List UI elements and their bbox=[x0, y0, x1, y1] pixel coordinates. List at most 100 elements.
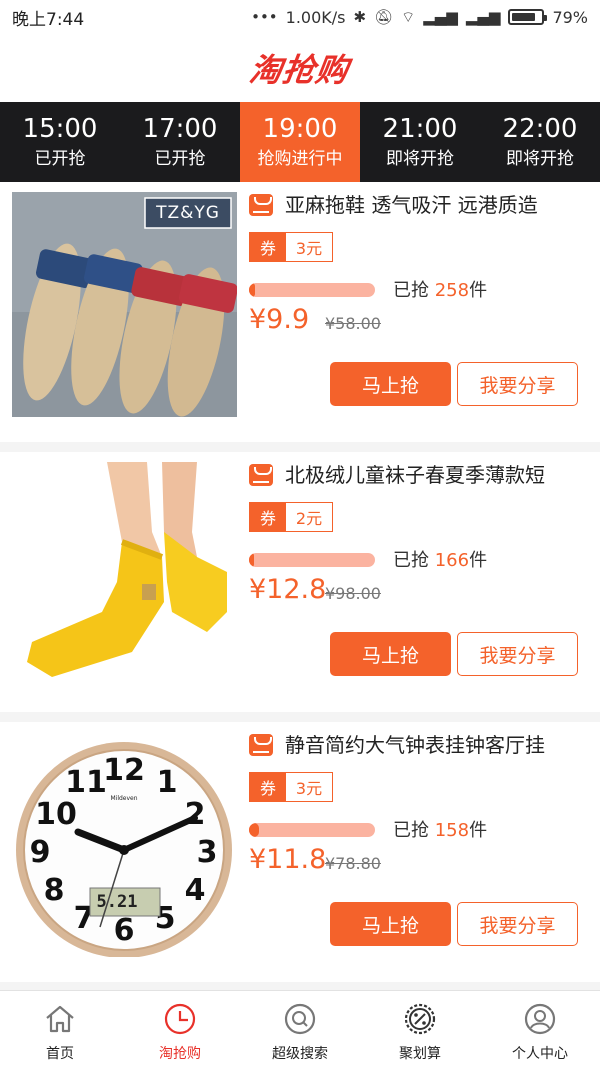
product-image-slippers[interactable]: TZ&YG bbox=[12, 192, 237, 417]
svg-text:10: 10 bbox=[35, 797, 77, 832]
svg-text:8: 8 bbox=[44, 873, 65, 908]
coupon-badge: 券 2元 bbox=[249, 502, 333, 532]
clock-lcd: 5.21 bbox=[96, 892, 138, 912]
sold-unit: 件 bbox=[469, 820, 488, 841]
coupon-badge: 券 3元 bbox=[249, 772, 333, 802]
original-price: ¥98.00 bbox=[325, 584, 381, 603]
share-button[interactable]: 我要分享 bbox=[457, 632, 578, 676]
nav-juhuasuan-label: 聚划算 bbox=[399, 1046, 441, 1062]
svg-text:3: 3 bbox=[197, 835, 218, 870]
more-dots-icon: ••• bbox=[251, 8, 278, 26]
app-logo: 淘抢购 bbox=[247, 51, 352, 89]
sold-count: 166 bbox=[434, 550, 470, 571]
coupon-label: 券 bbox=[250, 773, 286, 801]
sold-text: 已抢 258件 bbox=[393, 276, 487, 302]
sold-count: 158 bbox=[434, 820, 470, 841]
clock-brand: Mildeven bbox=[110, 795, 138, 802]
coupon-value: 2元 bbox=[295, 509, 323, 528]
time-tabs: 15:00 已开抢 17:00 已开抢 19:00 抢购进行中 21:00 即将开抢 22:00… bbox=[0, 102, 600, 182]
time-tab-status: 即将开抢 bbox=[506, 149, 574, 169]
svg-text:1: 1 bbox=[157, 765, 178, 800]
svg-text:11: 11 bbox=[65, 765, 107, 800]
buy-now-button[interactable]: 马上抢 bbox=[330, 632, 451, 676]
discount-icon bbox=[404, 1003, 436, 1035]
svg-text:9: 9 bbox=[30, 835, 51, 870]
battery-icon bbox=[508, 9, 548, 25]
sold-unit: 件 bbox=[469, 550, 488, 571]
mute-icon: 🔕︎ bbox=[374, 8, 394, 26]
nav-profile[interactable]: 个人中心 bbox=[480, 991, 600, 1067]
product-card[interactable]: 北极绒儿童袜子春夏季薄款短 券 2元 已抢 166件 ¥12.8 ¥98.00 … bbox=[0, 452, 600, 712]
time-tab-time: 15:00 bbox=[22, 114, 98, 144]
nav-taoqianggou-label: 淘抢购 bbox=[159, 1046, 201, 1062]
bluetooth-icon: ✱ bbox=[353, 8, 367, 26]
sold-unit: 件 bbox=[469, 280, 488, 301]
sold-prefix: 已抢 bbox=[393, 550, 429, 571]
product-title[interactable]: 北极绒儿童袜子春夏季薄款短 bbox=[285, 460, 590, 490]
nav-super-search-label: 超级搜索 bbox=[272, 1046, 328, 1062]
battery-percent: 79% bbox=[552, 7, 588, 27]
progress-fill bbox=[249, 553, 255, 567]
sold-prefix: 已抢 bbox=[393, 820, 429, 841]
share-button[interactable]: 我要分享 bbox=[457, 902, 578, 946]
product-image-socks[interactable] bbox=[12, 462, 237, 687]
bottom-nav: 首页 淘抢购 超级搜索 聚划算 个人中心 bbox=[0, 990, 600, 1067]
search-icon bbox=[284, 1003, 316, 1035]
product-card[interactable]: 12 1 2 3 4 5 6 7 8 9 10 11 Mildeven 5.21… bbox=[0, 722, 600, 982]
nav-home-label: 首页 bbox=[46, 1046, 74, 1062]
nav-juhuasuan[interactable]: 聚划算 bbox=[360, 991, 480, 1067]
sold-text: 已抢 158件 bbox=[393, 816, 487, 842]
current-price: ¥9.9 bbox=[249, 304, 310, 335]
time-tab-status: 已开抢 bbox=[34, 149, 86, 169]
nav-super-search[interactable]: 超级搜索 bbox=[240, 991, 360, 1067]
status-indicators: ••• 1.00K/s ✱ 🔕︎ ⌔ ▂▄▆ ▂▄▆ 79% bbox=[251, 8, 588, 27]
original-price: ¥58.00 bbox=[325, 314, 381, 333]
buy-now-button[interactable]: 马上抢 bbox=[330, 362, 451, 406]
product-title[interactable]: 亚麻拖鞋 透气吸汗 远港质造 bbox=[285, 190, 590, 220]
sold-count: 258 bbox=[434, 280, 470, 301]
user-icon bbox=[524, 1003, 556, 1035]
current-price: ¥11.8 bbox=[249, 844, 327, 875]
nav-home[interactable]: 首页 bbox=[0, 991, 120, 1067]
status-bar: 晚上7:44 ••• 1.00K/s ✱ 🔕︎ ⌔ ▂▄▆ ▂▄▆ 79% bbox=[0, 0, 600, 34]
product-list[interactable]: TZ&YG 亚麻拖鞋 透气吸汗 远港质造 券 3元 已抢 258件 ¥9.9 ¥… bbox=[0, 182, 600, 990]
shop-bag-icon bbox=[249, 194, 273, 216]
wifi-icon: ⌔ bbox=[401, 7, 416, 26]
original-price: ¥78.80 bbox=[325, 854, 381, 873]
share-button[interactable]: 我要分享 bbox=[457, 362, 578, 406]
time-tab-time: 19:00 bbox=[262, 114, 338, 144]
time-tab-0[interactable]: 15:00 已开抢 bbox=[0, 102, 120, 182]
coupon-badge: 券 3元 bbox=[249, 232, 333, 262]
svg-text:2: 2 bbox=[185, 797, 206, 832]
clock-icon bbox=[164, 1003, 196, 1035]
signal-2-icon: ▂▄▆ bbox=[465, 8, 501, 26]
sold-prefix: 已抢 bbox=[393, 280, 429, 301]
progress-fill bbox=[249, 823, 260, 837]
home-icon bbox=[46, 1005, 74, 1033]
time-tab-time: 22:00 bbox=[502, 114, 578, 144]
coupon-value: 3元 bbox=[295, 239, 323, 258]
coupon-label: 券 bbox=[250, 233, 286, 261]
time-tab-status: 已开抢 bbox=[154, 149, 206, 169]
current-price: ¥12.8 bbox=[249, 574, 327, 605]
svg-text:6: 6 bbox=[114, 913, 135, 948]
product-image-clock[interactable]: 12 1 2 3 4 5 6 7 8 9 10 11 Mildeven 5.21 bbox=[12, 732, 237, 957]
coupon-value: 3元 bbox=[295, 779, 323, 798]
signal-icon: ▂▄▆ bbox=[423, 8, 458, 26]
time-tab-2[interactable]: 19:00 抢购进行中 bbox=[240, 102, 360, 182]
nav-profile-label: 个人中心 bbox=[512, 1046, 568, 1062]
app-header: 淘抢购 bbox=[0, 34, 600, 102]
time-tab-time: 17:00 bbox=[142, 114, 218, 144]
progress-fill bbox=[249, 283, 256, 297]
product-title[interactable]: 静音简约大气钟表挂钟客厅挂 bbox=[285, 730, 590, 760]
time-tab-status: 即将开抢 bbox=[386, 149, 454, 169]
time-tab-status: 抢购进行中 bbox=[257, 149, 343, 169]
product-card[interactable]: TZ&YG 亚麻拖鞋 透气吸汗 远港质造 券 3元 已抢 258件 ¥9.9 ¥… bbox=[0, 182, 600, 442]
time-tab-4[interactable]: 22:00 即将开抢 bbox=[480, 102, 600, 182]
nav-taoqianggou[interactable]: 淘抢购 bbox=[120, 991, 240, 1067]
net-speed: 1.00K/s bbox=[285, 7, 346, 27]
sold-progress-bar bbox=[249, 823, 375, 837]
buy-now-button[interactable]: 马上抢 bbox=[330, 902, 451, 946]
time-tab-1[interactable]: 17:00 已开抢 bbox=[120, 102, 240, 182]
time-tab-3[interactable]: 21:00 即将开抢 bbox=[360, 102, 480, 182]
